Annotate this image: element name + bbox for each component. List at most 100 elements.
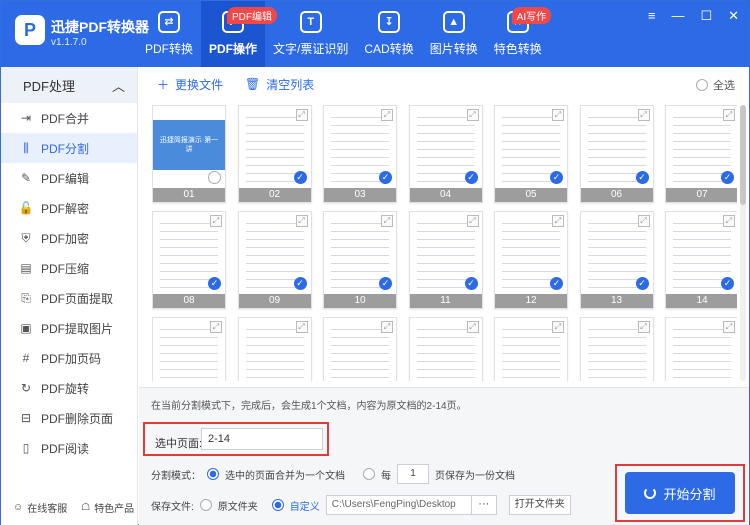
page-thumbnail[interactable]: ⤢ ✓ 06	[579, 105, 654, 203]
page-checkbox[interactable]: ✓	[379, 277, 392, 290]
page-thumbnail[interactable]: ⤢ ✓ 08	[152, 211, 226, 309]
page-checkbox[interactable]: ✓	[293, 171, 307, 184]
expand-icon[interactable]: ⤢	[381, 321, 393, 333]
chevron-up-icon[interactable]: ︿	[112, 76, 125, 95]
page-checkbox[interactable]: ✓	[721, 171, 734, 184]
clear-list-button[interactable]: 🗑 清空列表	[245, 76, 314, 93]
page-thumbnail[interactable]: ⤢✓21	[665, 317, 737, 381]
nav-item-4[interactable]: ▲ 图片转换	[422, 1, 486, 67]
page-thumbnail[interactable]: ⤢ ✓ 04	[408, 105, 483, 203]
page-checkbox[interactable]: ✓	[721, 277, 734, 290]
sidebar-item-9[interactable]: ↻ PDF旋转	[1, 373, 137, 403]
close-icon[interactable]: ✕	[728, 9, 739, 23]
minimize-icon[interactable]: —	[671, 9, 684, 23]
expand-icon[interactable]: ⤢	[466, 215, 479, 227]
page-thumbnail[interactable]: ⤢ ✓ 12	[494, 211, 568, 309]
expand-icon[interactable]: ⤢	[381, 215, 393, 227]
grid-scrollbar[interactable]	[740, 105, 746, 381]
merge-icon: ⇥	[20, 111, 32, 125]
page-thumbnail[interactable]: ⤢✓18	[408, 317, 483, 381]
every-n-pages-radio[interactable]	[363, 468, 375, 480]
page-thumbnail[interactable]: ⤢ ✓ 07	[665, 105, 737, 203]
nav-item-label: PDF操作	[209, 42, 258, 56]
page-thumbnail[interactable]: 迅捷简报演示·第一讲 01	[152, 105, 226, 203]
expand-icon[interactable]: ⤢	[466, 109, 479, 121]
expand-icon[interactable]: ⤢	[295, 109, 308, 121]
page-checkbox[interactable]: ✓	[550, 171, 563, 184]
original-folder-radio[interactable]	[199, 499, 212, 511]
expand-icon[interactable]: ⤢	[637, 109, 650, 121]
expand-icon[interactable]: ⤢	[210, 215, 222, 227]
replace-file-button[interactable]: ＋ 更换文件	[157, 76, 223, 93]
expand-icon[interactable]: ⤢	[723, 109, 735, 121]
expand-icon[interactable]: ⤢	[723, 215, 735, 227]
open-folder-button[interactable]: 打开文件夹	[508, 495, 571, 515]
sidebar-item-10[interactable]: ⊟ PDF删除页面	[1, 403, 137, 433]
page-checkbox[interactable]: ✓	[550, 277, 563, 290]
page-thumbnail[interactable]: ⤢✓20	[579, 317, 654, 381]
nav-item-0[interactable]: ⇄ PDF转换	[137, 1, 201, 67]
page-thumbnail[interactable]: ⤢✓19	[494, 317, 568, 381]
merge-selected-radio[interactable]	[207, 468, 219, 480]
page-thumbnail[interactable]: ⤢✓15	[152, 317, 226, 381]
expand-icon[interactable]: ⤢	[637, 321, 650, 333]
page-thumbnail[interactable]: ⤢ ✓ 03	[323, 105, 397, 203]
expand-icon[interactable]: ⤢	[552, 215, 564, 227]
sidebar-item-6[interactable]: ⎘ PDF页面提取	[1, 283, 137, 313]
page-thumbnail[interactable]: ⤢ ✓ 02	[237, 105, 312, 203]
expand-icon[interactable]: ⤢	[466, 321, 479, 333]
sidebar-item-4[interactable]: ⛨ PDF加密	[1, 223, 137, 253]
sidebar-item-1[interactable]: ⫼ PDF分割	[1, 133, 137, 163]
expand-icon[interactable]: ⤢	[637, 215, 650, 227]
sidebar-item-7[interactable]: ▣ PDF提取图片	[1, 313, 137, 343]
pages-per-doc-input[interactable]: 1	[397, 464, 429, 484]
page-checkbox[interactable]: ✓	[464, 171, 478, 184]
online-service-button[interactable]: ☺ 在线客服	[13, 500, 67, 515]
selected-pages-input[interactable]: 2-14	[201, 428, 323, 450]
save-path-input[interactable]: C:\Users\FengPing\Desktop	[325, 495, 472, 515]
page-checkbox[interactable]: ✓	[379, 171, 392, 184]
nav-item-1[interactable]: PDF编辑PPDF操作	[201, 1, 278, 67]
sidebar-item-2[interactable]: ✎ PDF编辑	[1, 163, 137, 193]
page-checkbox[interactable]: ✓	[208, 277, 221, 290]
select-all-toggle[interactable]: 全选	[696, 77, 735, 93]
start-split-button[interactable]: 开始分割	[625, 472, 735, 514]
sidebar-item-8[interactable]: # PDF加页码	[1, 343, 137, 373]
custom-folder-radio[interactable]	[271, 499, 284, 511]
expand-icon[interactable]: ⤢	[552, 109, 564, 121]
select-all-radio[interactable]	[696, 79, 708, 91]
maximize-icon[interactable]: ☐	[700, 9, 712, 23]
page-checkbox[interactable]: ✓	[635, 277, 649, 290]
nav-item-2[interactable]: T 文字/票证识别	[265, 1, 356, 67]
expand-icon[interactable]: ⤢	[295, 215, 308, 227]
page-thumbnail[interactable]: ⤢ ✓ 11	[408, 211, 483, 309]
expand-icon[interactable]: ⤢	[552, 321, 564, 333]
sidebar-header[interactable]: PDF处理 ︿	[1, 67, 137, 103]
page-thumbnail[interactable]: ⤢ ✓ 09	[237, 211, 312, 309]
nav-item-5[interactable]: AI写作★特色转换	[486, 1, 552, 67]
expand-icon[interactable]: ⤢	[295, 321, 308, 333]
sidebar-item-0[interactable]: ⇥ PDF合并	[1, 103, 137, 133]
scrollbar-thumb[interactable]	[740, 105, 746, 205]
expand-icon[interactable]: ⤢	[723, 321, 735, 333]
page-thumbnail[interactable]: ⤢ ✓ 10	[323, 211, 397, 309]
sidebar-item-11[interactable]: ▯ PDF阅读	[1, 433, 137, 463]
page-thumbnail[interactable]: ⤢ ✓ 13	[579, 211, 654, 309]
page-thumbnail[interactable]: ⤢ ✓ 05	[494, 105, 568, 203]
page-checkbox[interactable]	[208, 171, 221, 184]
page-checkbox[interactable]: ✓	[635, 171, 649, 184]
page-checkbox[interactable]: ✓	[464, 277, 478, 290]
sidebar-item-5[interactable]: ▤ PDF压缩	[1, 253, 137, 283]
browse-button[interactable]: ···	[470, 495, 497, 515]
menu-icon[interactable]: ≡	[648, 9, 656, 23]
featured-products-button[interactable]: ☖ 特色产品	[81, 500, 134, 515]
expand-icon[interactable]: ⤢	[381, 109, 393, 121]
split-mode-row: 分割模式： 选中的页面合并为一个文档 每 1 页保存为一份文档	[151, 464, 515, 484]
page-checkbox[interactable]: ✓	[293, 277, 307, 290]
expand-icon[interactable]: ⤢	[210, 321, 222, 333]
sidebar-item-3[interactable]: 🔓 PDF解密	[1, 193, 137, 223]
page-thumbnail[interactable]: ⤢✓17	[323, 317, 397, 381]
page-thumbnail[interactable]: ⤢✓16	[237, 317, 312, 381]
page-thumbnail[interactable]: ⤢ ✓ 14	[665, 211, 737, 309]
nav-item-3[interactable]: ↧ CAD转换	[356, 1, 421, 67]
